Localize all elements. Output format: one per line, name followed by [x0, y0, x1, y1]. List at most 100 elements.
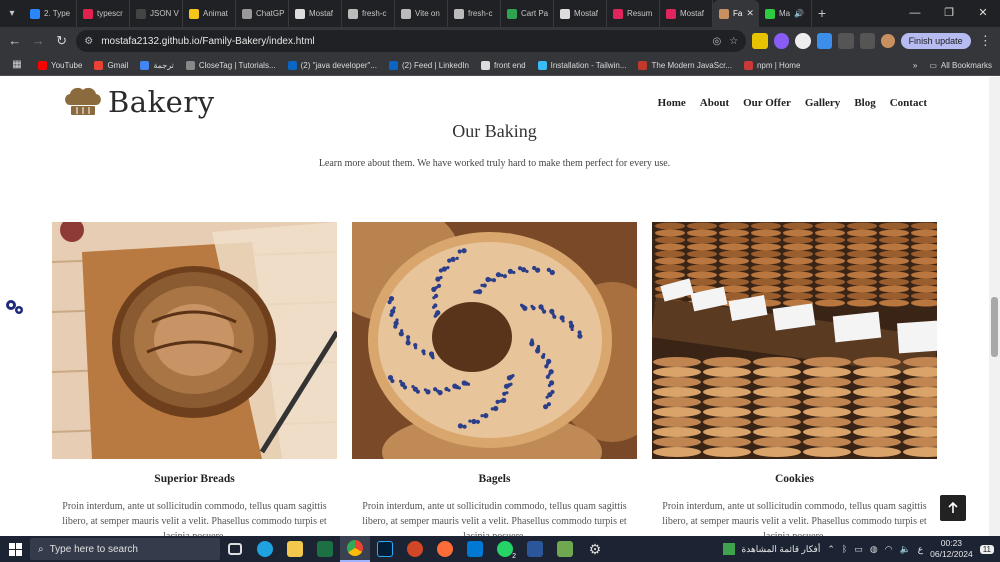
tab-favicon-icon — [401, 8, 411, 19]
vscode-icon[interactable] — [460, 536, 490, 562]
bookmark-label: (2) Feed | LinkedIn — [402, 60, 470, 70]
eye-slash-icon[interactable]: ◎ — [713, 36, 722, 47]
tab-search-icon[interactable]: ▾ — [0, 0, 24, 27]
news-widget-label[interactable]: أفكار قائمة المشاهدة — [742, 544, 821, 555]
url-text[interactable]: mostafa2132.github.io/Family-Bakery/inde… — [101, 36, 704, 47]
bookmark-item[interactable]: (2) Feed | LinkedIn — [389, 60, 470, 70]
bookmark-label: (2) "java developer"... — [300, 60, 377, 70]
language-indicator[interactable]: ع — [918, 544, 923, 555]
profile-avatar[interactable] — [881, 34, 895, 48]
nav-link-blog[interactable]: Blog — [854, 97, 875, 109]
bookmark-item[interactable]: npm | Home — [743, 60, 800, 70]
page-scrollbar[interactable] — [989, 77, 1000, 536]
settings-gears-icon[interactable] — [4, 298, 26, 316]
git-tool-icon[interactable] — [550, 536, 580, 562]
bookmark-star-icon[interactable]: ☆ — [729, 36, 738, 47]
tab[interactable]: JSON V — [130, 0, 183, 27]
bookmark-item[interactable]: ترجمة — [140, 60, 174, 70]
bookmark-item[interactable]: Gmail — [94, 60, 128, 70]
nav-link-gallery[interactable]: Gallery — [805, 97, 840, 109]
extension-gear-icon[interactable] — [773, 33, 790, 49]
bookmark-label: CloseTag | Tutorials... — [198, 60, 276, 70]
bluetooth-icon[interactable]: ᛒ — [842, 544, 847, 554]
reload-icon[interactable]: ↻ — [53, 32, 70, 50]
all-bookmarks-folder[interactable]: ▭ All Bookmarks — [929, 61, 992, 70]
tab[interactable]: Cart Pa — [501, 0, 554, 27]
extensions-puzzle-icon[interactable] — [838, 33, 854, 49]
nav-link-about[interactable]: About — [700, 97, 729, 109]
clock[interactable]: 00:23 06/12/2024 — [930, 538, 973, 560]
audio-icon[interactable]: 🔊 — [794, 9, 804, 18]
word-icon[interactable] — [520, 536, 550, 562]
site-info-icon[interactable]: ⚙ — [84, 36, 93, 47]
bookmark-item[interactable]: (2) "java developer"... — [287, 60, 377, 70]
tab-favicon-icon — [666, 8, 676, 19]
bookmark-item[interactable]: CloseTag | Tutorials... — [185, 60, 276, 70]
display-icon[interactable]: ▭ — [854, 544, 863, 555]
extension-icon[interactable] — [752, 33, 768, 49]
volume-icon[interactable]: 🔈 — [900, 544, 911, 555]
photoshop-icon[interactable] — [370, 536, 400, 562]
notifications-icon[interactable]: 11 — [979, 544, 994, 554]
tab[interactable]: fresh-c — [448, 0, 501, 27]
whatsapp-icon[interactable]: 2 — [490, 536, 520, 562]
postman-icon[interactable] — [430, 536, 460, 562]
settings-icon[interactable]: ⚙ — [580, 536, 610, 562]
close-window-icon[interactable]: ✕ — [966, 0, 1000, 27]
minimize-icon[interactable]: — — [898, 0, 932, 27]
tab[interactable]: Animat — [183, 0, 236, 27]
nav-link-our-offer[interactable]: Our Offer — [743, 97, 791, 109]
chrome-icon[interactable] — [340, 536, 370, 562]
wifi-icon[interactable]: ◠ — [885, 544, 893, 555]
tab[interactable]: Vite on — [395, 0, 448, 27]
powerpoint-icon[interactable] — [400, 536, 430, 562]
tab[interactable]: ChatGP — [236, 0, 289, 27]
reading-list-icon[interactable] — [859, 33, 876, 49]
bookmark-favicon-icon — [638, 60, 648, 70]
forward-icon[interactable]: → — [29, 32, 46, 50]
windows-start-icon[interactable] — [0, 536, 30, 562]
section-title: Our Baking — [452, 121, 537, 141]
bookmarks-more-icon[interactable]: » — [913, 61, 917, 70]
news-widget-icon[interactable] — [722, 543, 735, 555]
tab[interactable]: Mostaf — [554, 0, 607, 27]
main-nav: Home About Our Offer Gallery Blog Contact — [658, 97, 927, 109]
bookmark-item[interactable]: The Modern JavaScr... — [638, 60, 732, 70]
download-icon[interactable] — [816, 33, 833, 49]
excel-icon[interactable] — [310, 536, 340, 562]
address-bar[interactable]: ⚙ mostafa2132.github.io/Family-Bakery/in… — [76, 30, 747, 52]
tray-chevron-icon[interactable]: ⌃ — [827, 544, 835, 555]
tab-extra[interactable]: Ma 🔊 — [759, 0, 812, 27]
taskbar-search-box[interactable]: ⌕ Type here to search — [30, 538, 220, 560]
tab[interactable]: fresh-c — [342, 0, 395, 27]
edge-icon[interactable] — [250, 536, 280, 562]
more-menu-icon[interactable]: ⋮ — [977, 32, 994, 50]
tab-favicon-icon — [30, 8, 40, 19]
tab-active[interactable]: Fa ✕ — [713, 0, 759, 27]
bookmark-favicon-icon — [140, 60, 150, 70]
scroll-to-top-button[interactable] — [940, 495, 966, 521]
finish-update-button[interactable]: Finish update — [900, 33, 971, 49]
tab[interactable]: 2. Type — [24, 0, 77, 27]
network-icon[interactable]: ◍ — [870, 544, 878, 555]
task-view-icon[interactable] — [220, 536, 250, 562]
tab[interactable]: Mostaf — [289, 0, 342, 27]
back-icon[interactable]: ← — [6, 32, 23, 50]
restore-icon[interactable]: ❐ — [932, 0, 966, 27]
new-tab-button[interactable]: + — [812, 0, 832, 27]
apps-grid-icon[interactable]: ▦ — [8, 56, 26, 74]
tab[interactable]: Resum — [607, 0, 660, 27]
nav-link-home[interactable]: Home — [658, 97, 686, 109]
tab-favicon-icon — [348, 8, 358, 19]
tab[interactable]: Mostaf — [660, 0, 713, 27]
bookmark-item[interactable]: Installation - Tailwin... — [537, 60, 626, 70]
extension-circle-icon[interactable] — [795, 33, 811, 49]
site-logo[interactable]: Bakery — [62, 85, 215, 119]
tab[interactable]: typescr — [77, 0, 130, 27]
scrollbar-thumb[interactable] — [991, 297, 998, 357]
bookmark-item[interactable]: front end — [481, 60, 526, 70]
nav-link-contact[interactable]: Contact — [890, 97, 927, 109]
tab-close-icon[interactable]: ✕ — [746, 8, 754, 19]
bookmark-item[interactable]: YouTube — [38, 60, 82, 70]
file-explorer-icon[interactable] — [280, 536, 310, 562]
